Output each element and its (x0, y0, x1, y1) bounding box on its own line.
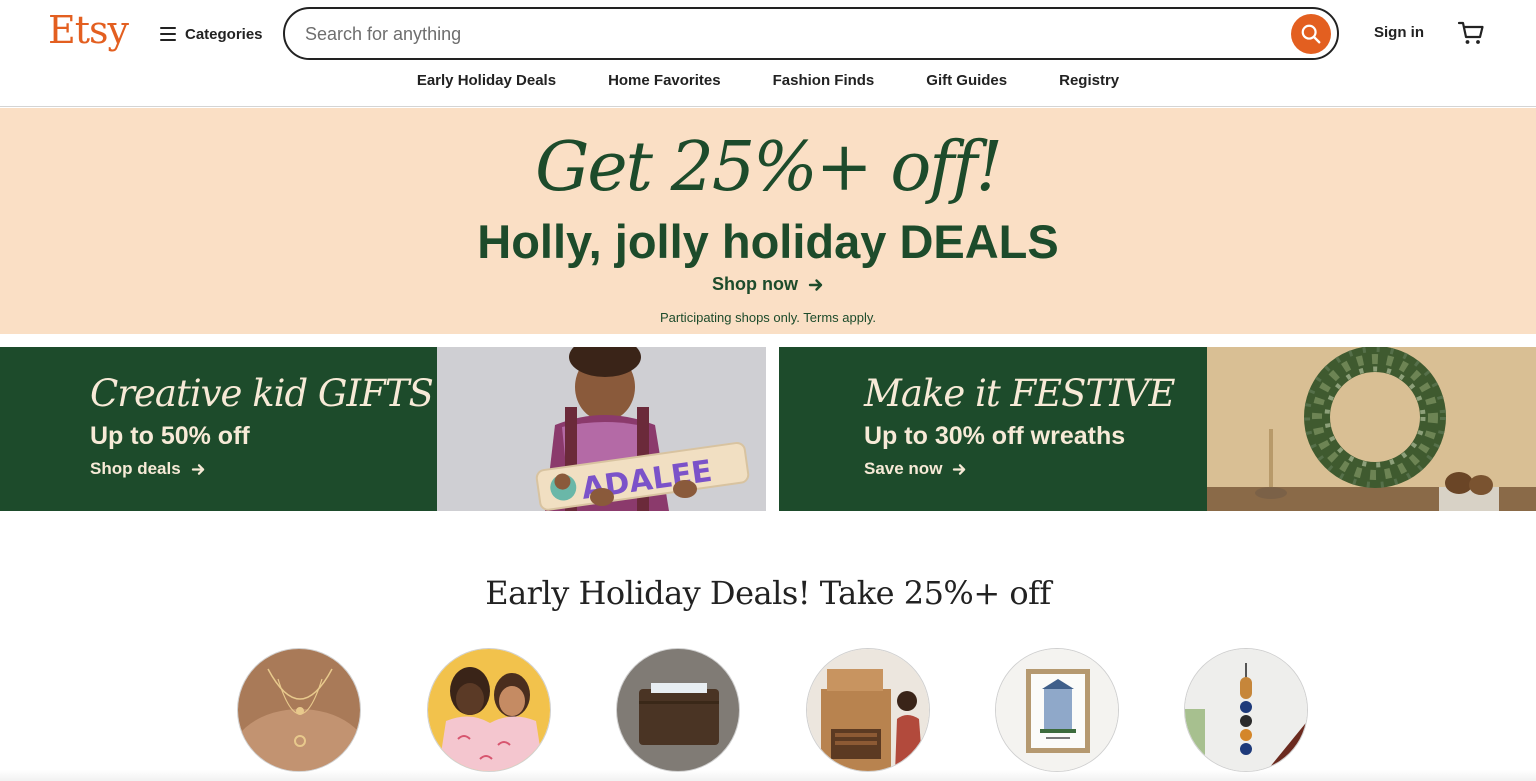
search-bar (283, 7, 1339, 60)
promo-cta-label: Shop deals (90, 459, 181, 478)
nav-item-home-favorites[interactable]: Home Favorites (582, 72, 747, 96)
hero-script-headline: Get 25%+ off! (535, 128, 1003, 207)
bottom-fade (0, 770, 1536, 781)
promo-script: Make it FESTIVE (864, 372, 1176, 415)
hero-banner[interactable]: Get 25%+ off! Holly, jolly holiday DEALS… (0, 108, 1536, 334)
categories-label: Categories (185, 25, 263, 43)
deal-category-pajamas[interactable] (427, 648, 551, 772)
nav-item-fashion-finds[interactable]: Fashion Finds (747, 72, 901, 96)
promo-subtitle: Up to 30% off wreaths (864, 422, 1126, 450)
promo-text: Make it FESTIVE Up to 30% off wreaths Sa… (864, 371, 1176, 479)
wreath-image (1207, 347, 1536, 511)
hero-cta-label: Shop now (712, 274, 798, 294)
cart-icon (1457, 21, 1484, 44)
nav-item-registry[interactable]: Registry (1033, 72, 1145, 96)
search-button[interactable] (1291, 14, 1331, 54)
arrow-right-icon (953, 463, 966, 475)
promo-cta-label: Save now (864, 459, 943, 478)
hero-title: Holly, jolly holiday DEALS (477, 215, 1059, 268)
kid-puzzle-image: ADALEE (437, 347, 766, 511)
cart-button[interactable] (1456, 18, 1486, 48)
promo-kid-gifts[interactable]: Creative kid GIFTS Up to 50% off Shop de… (0, 347, 766, 511)
arrow-right-icon (191, 463, 204, 475)
etsy-logo[interactable]: Etsy (48, 8, 129, 52)
category-image (238, 649, 360, 771)
categories-button[interactable]: Categories (160, 20, 263, 48)
promo-subtitle: Up to 50% off (90, 422, 250, 450)
search-icon (1301, 24, 1321, 44)
deal-category-home-prints[interactable] (995, 648, 1119, 772)
category-image (1185, 649, 1307, 771)
category-image (428, 649, 550, 771)
nav-item-early-holiday-deals[interactable]: Early Holiday Deals (391, 72, 582, 96)
search-input[interactable] (305, 21, 1265, 47)
section-title: Early Holiday Deals! Take 25%+ off (485, 574, 1051, 612)
nav-item-gift-guides[interactable]: Gift Guides (900, 72, 1033, 96)
top-nav: Early Holiday Deals Home Favorites Fashi… (0, 72, 1536, 96)
promo-cta-link[interactable]: Save now (864, 459, 1175, 479)
category-image (807, 649, 929, 771)
promo-script: Creative kid GIFTS (90, 372, 434, 415)
deal-category-wallets[interactable] (616, 648, 740, 772)
category-image (996, 649, 1118, 771)
hamburger-icon (160, 27, 176, 41)
site-header: Etsy Categories Sign in Early Holiday De… (0, 0, 1536, 107)
hero-shop-now-link[interactable]: Shop now (0, 274, 1536, 295)
promo-make-it-festive[interactable]: Make it FESTIVE Up to 30% off wreaths Sa… (779, 347, 1536, 511)
category-image (617, 649, 739, 771)
promo-text: Creative kid GIFTS Up to 50% off Shop de… (90, 371, 434, 479)
deal-category-wall-hangings[interactable] (1184, 648, 1308, 772)
deal-category-play-kitchens[interactable] (806, 648, 930, 772)
arrow-right-icon (808, 278, 823, 291)
promo-cta-link[interactable]: Shop deals (90, 459, 433, 479)
hero-fine-print: Participating shops only. Terms apply. (659, 310, 877, 325)
deal-category-necklaces[interactable] (237, 648, 361, 772)
sign-in-link[interactable]: Sign in (1374, 24, 1424, 41)
